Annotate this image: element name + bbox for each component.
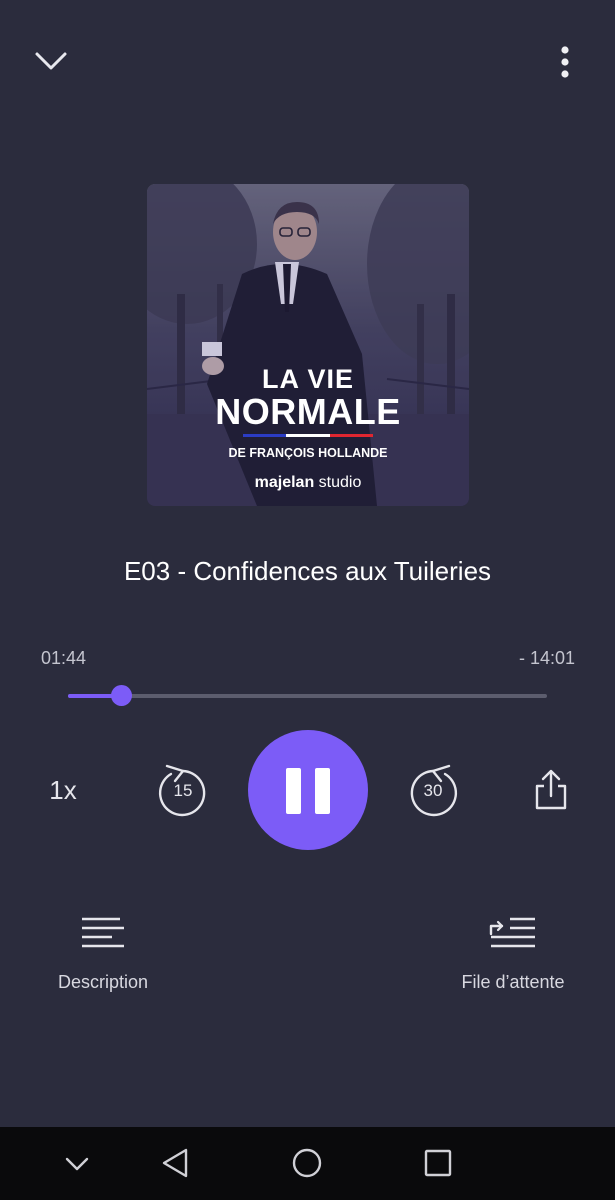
queue-label: File d’attente [461,972,565,992]
pause-icon-bar-left [286,768,301,814]
description-lines-icon [82,917,124,948]
brand-bold: majelan [254,474,315,491]
queue-icon [489,917,535,948]
episode-title: E03 - Confidences aux Tuileries [123,556,492,586]
back-triangle-icon [162,1148,188,1178]
rewind-seconds-label: 15 [173,781,193,800]
queue-button[interactable]: File d’attente [452,912,574,996]
share-button[interactable] [532,768,570,812]
forward-button[interactable]: 30 [405,762,461,818]
description-button[interactable]: Description [44,912,162,996]
forward-seconds-label: 30 [423,781,443,800]
flag-blue [243,434,287,437]
nav-hide-keyboard-button[interactable] [57,1145,97,1181]
recents-square-icon [424,1149,452,1177]
progress-thumb[interactable] [110,685,132,706]
pause-button[interactable] [248,730,368,850]
cover-flag-stripe [243,434,373,437]
more-vertical-icon [561,46,569,78]
time-elapsed: 01:44 [41,648,87,668]
nav-back-button[interactable] [156,1145,196,1181]
time-remaining: - 14:01 [518,648,575,668]
flag-red [329,434,373,437]
progress-slider[interactable] [68,685,547,706]
share-icon [535,769,567,810]
description-label: Description [57,972,149,992]
nav-recents-button[interactable] [418,1145,458,1181]
chevron-down-icon [35,52,67,70]
collapse-button[interactable] [30,42,72,80]
pause-icon-bar-right [315,768,330,814]
cover-title-line2: NORMALE [215,391,401,432]
cover-brand: majelan studio [147,474,469,492]
top-bar [0,0,615,120]
flag-white [286,434,330,437]
playback-speed-button[interactable]: 1x [40,772,86,808]
cover-subtitle: DE FRANÇOIS HOLLANDE [228,446,388,460]
system-navigation-bar [0,1127,615,1200]
podcast-cover-art: LA VIE NORMALE DE FRANÇOIS HOLLANDE maje… [147,184,469,506]
more-options-button[interactable] [548,42,582,82]
rewind-button[interactable]: 15 [155,762,211,818]
chevron-down-icon [65,1157,89,1171]
nav-home-button[interactable] [287,1145,327,1181]
home-circle-icon [292,1148,322,1178]
brand-regular: studio [314,474,362,491]
